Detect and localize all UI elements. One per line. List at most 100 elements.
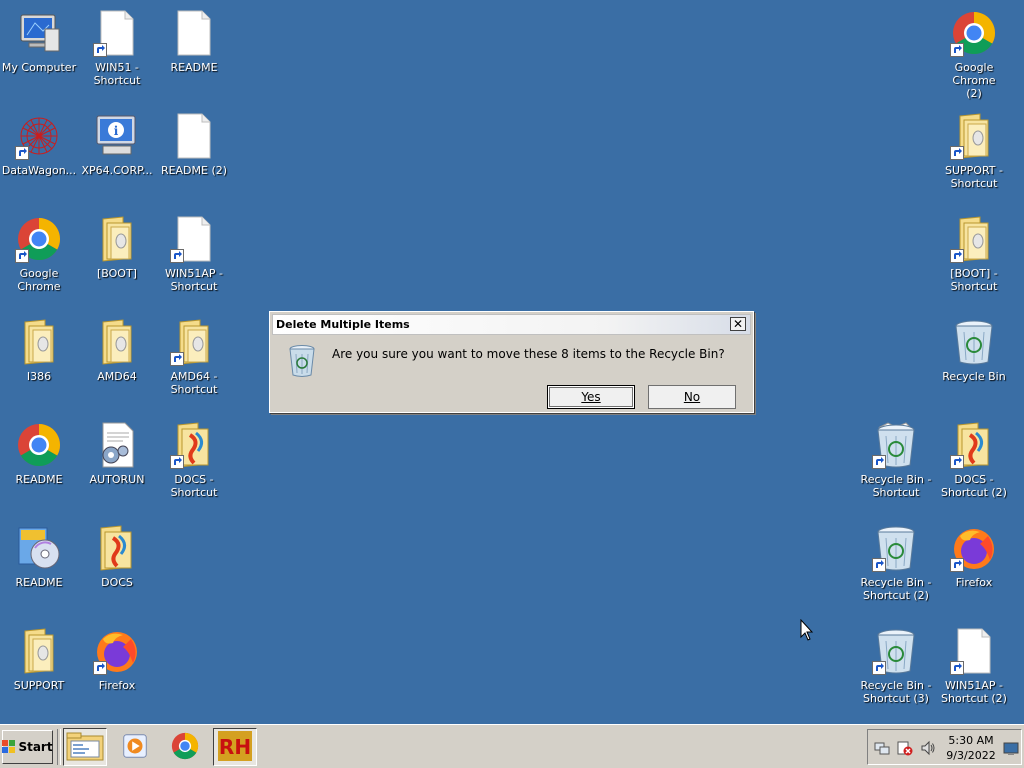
network-icon[interactable] [874,740,890,756]
svg-text:i: i [114,124,119,138]
desktop-icon[interactable]: README (2) [155,112,233,177]
system-tray: 5:30 AM 9/3/2022 [867,729,1022,765]
security-alert-icon[interactable] [897,740,913,756]
desktop-icon[interactable]: SUPPORT - Shortcut [935,112,1013,190]
explorer-quicklaunch[interactable] [63,728,107,766]
desktop-icon-label: Firefox [98,679,136,692]
dialog-title: Delete Multiple Items [273,315,750,334]
document-icon [170,215,218,263]
rh-quicklaunch[interactable]: RH [213,728,257,766]
datawagon-icon [15,112,63,160]
windows-flag-icon [2,740,16,754]
desktop-icon-label: WIN51AP - Shortcut [165,267,223,293]
document-icon [170,9,218,57]
media-player-quicklaunch[interactable] [113,728,157,766]
clock-date: 9/3/2022 [946,749,996,762]
recycle-bin-full-icon [872,421,920,469]
desktop-icon-label: [BOOT] [97,267,137,280]
desktop-icon-label: AUTORUN [89,473,145,486]
shortcut-arrow-icon [15,146,29,160]
clock[interactable]: 5:30 AM 9/3/2022 [944,733,998,763]
volume-icon[interactable] [920,740,936,756]
desktop-icon[interactable]: Recycle Bin - Shortcut (2) [857,524,935,602]
dialog-titlebar[interactable]: Delete Multiple Items ✕ [272,314,751,335]
shortcut-arrow-icon [950,43,964,57]
folder-icon [950,112,998,160]
my-computer-icon [15,9,63,57]
desktop-icon[interactable]: Recycle Bin - Shortcut (3) [857,627,935,705]
shortcut-arrow-icon [950,558,964,572]
desktop-icon[interactable]: DOCS [78,524,156,589]
yes-button[interactable]: Yes [547,385,635,409]
dialog-close-button[interactable]: ✕ [730,317,746,331]
desktop-icon[interactable]: i XP64.CORP... [78,112,156,177]
desktop-icon-label: Google Chrome (2) [952,61,996,100]
svg-text:RH: RH [219,735,251,759]
desktop-icon[interactable]: Firefox [935,524,1013,589]
folder-icon [93,215,141,263]
document-icon [170,112,218,160]
chrome-icon [15,215,63,263]
folder-icon [950,215,998,263]
shortcut-arrow-icon [872,558,886,572]
desktop-icon-label: WIN51AP - Shortcut (2) [941,679,1007,705]
desktop-icon[interactable]: AMD64 [78,318,156,383]
chrome-quicklaunch[interactable] [163,728,207,766]
desktop-icon-label: WIN51 - Shortcut [93,61,141,87]
desktop-icon[interactable]: I386 [0,318,78,383]
desktop-icon[interactable]: README [0,421,78,486]
desktop-icon[interactable]: Google Chrome (2) [935,9,1013,100]
taskbar: Start RH 5:30 AM 9/3/2022 [0,724,1024,768]
folder-icon [93,318,141,366]
desktop-icon[interactable]: README [155,9,233,74]
desktop-icon[interactable]: Google Chrome [0,215,78,293]
setup-cd-icon [15,524,63,572]
desktop-icon[interactable]: SUPPORT [0,627,78,692]
docs-folder-icon [170,421,218,469]
desktop-icon-label: README [15,473,63,486]
desktop-icon[interactable]: AMD64 - Shortcut [155,318,233,396]
desktop-icon-label: SUPPORT [13,679,65,692]
desktop-icon[interactable]: [BOOT] - Shortcut [935,215,1013,293]
desktop-icon[interactable]: Recycle Bin - Shortcut [857,421,935,499]
desktop-icon[interactable]: My Computer [0,9,78,74]
desktop-icon-label: Google Chrome [17,267,61,293]
shortcut-arrow-icon [872,661,886,675]
desktop-icon[interactable]: DOCS - Shortcut (2) [935,421,1013,499]
desktop-icon[interactable]: README [0,524,78,589]
desktop-icon-label: DOCS [101,576,133,589]
rh-icon: RH [217,730,253,765]
no-button[interactable]: No [648,385,736,409]
shortcut-arrow-icon [170,352,184,366]
desktop-icon[interactable]: WIN51AP - Shortcut [155,215,233,293]
shortcut-arrow-icon [170,249,184,263]
desktop-icon-label: README (2) [160,164,228,177]
desktop-icon-label: Recycle Bin - Shortcut (3) [860,679,932,705]
desktop-icon[interactable]: Firefox [78,627,156,692]
desktop-icon-label: My Computer [1,61,77,74]
chrome-icon [170,731,200,764]
desktop-icon[interactable]: WIN51 - Shortcut [78,9,156,87]
dialog-message: Are you sure you want to move these 8 it… [332,347,725,361]
start-button[interactable]: Start [2,730,53,764]
show-desktop-icon[interactable] [1003,740,1019,756]
desktop-icon[interactable]: WIN51AP - Shortcut (2) [935,627,1013,705]
desktop-icon-label: Recycle Bin - Shortcut [860,473,932,499]
recycle-bin-icon [288,344,316,378]
info-computer-icon: i [93,112,141,160]
desktop-icon-label: README [170,61,218,74]
document-icon [950,627,998,675]
docs-folder-icon [950,421,998,469]
desktop-icon[interactable]: [BOOT] [78,215,156,280]
recycle-bin-icon [872,627,920,675]
shortcut-arrow-icon [170,455,184,469]
desktop-icon[interactable]: DOCS - Shortcut [155,421,233,499]
desktop-icon-label: README [15,576,63,589]
desktop-icon[interactable]: DataWagon... [0,112,78,177]
desktop-icon[interactable]: AUTORUN [78,421,156,486]
desktop-icon-label: Recycle Bin [942,370,1006,383]
no-button-label: No [683,390,701,404]
folder-icon [15,627,63,675]
desktop-icon[interactable]: Recycle Bin [935,318,1013,383]
desktop-icon-label: Firefox [955,576,993,589]
